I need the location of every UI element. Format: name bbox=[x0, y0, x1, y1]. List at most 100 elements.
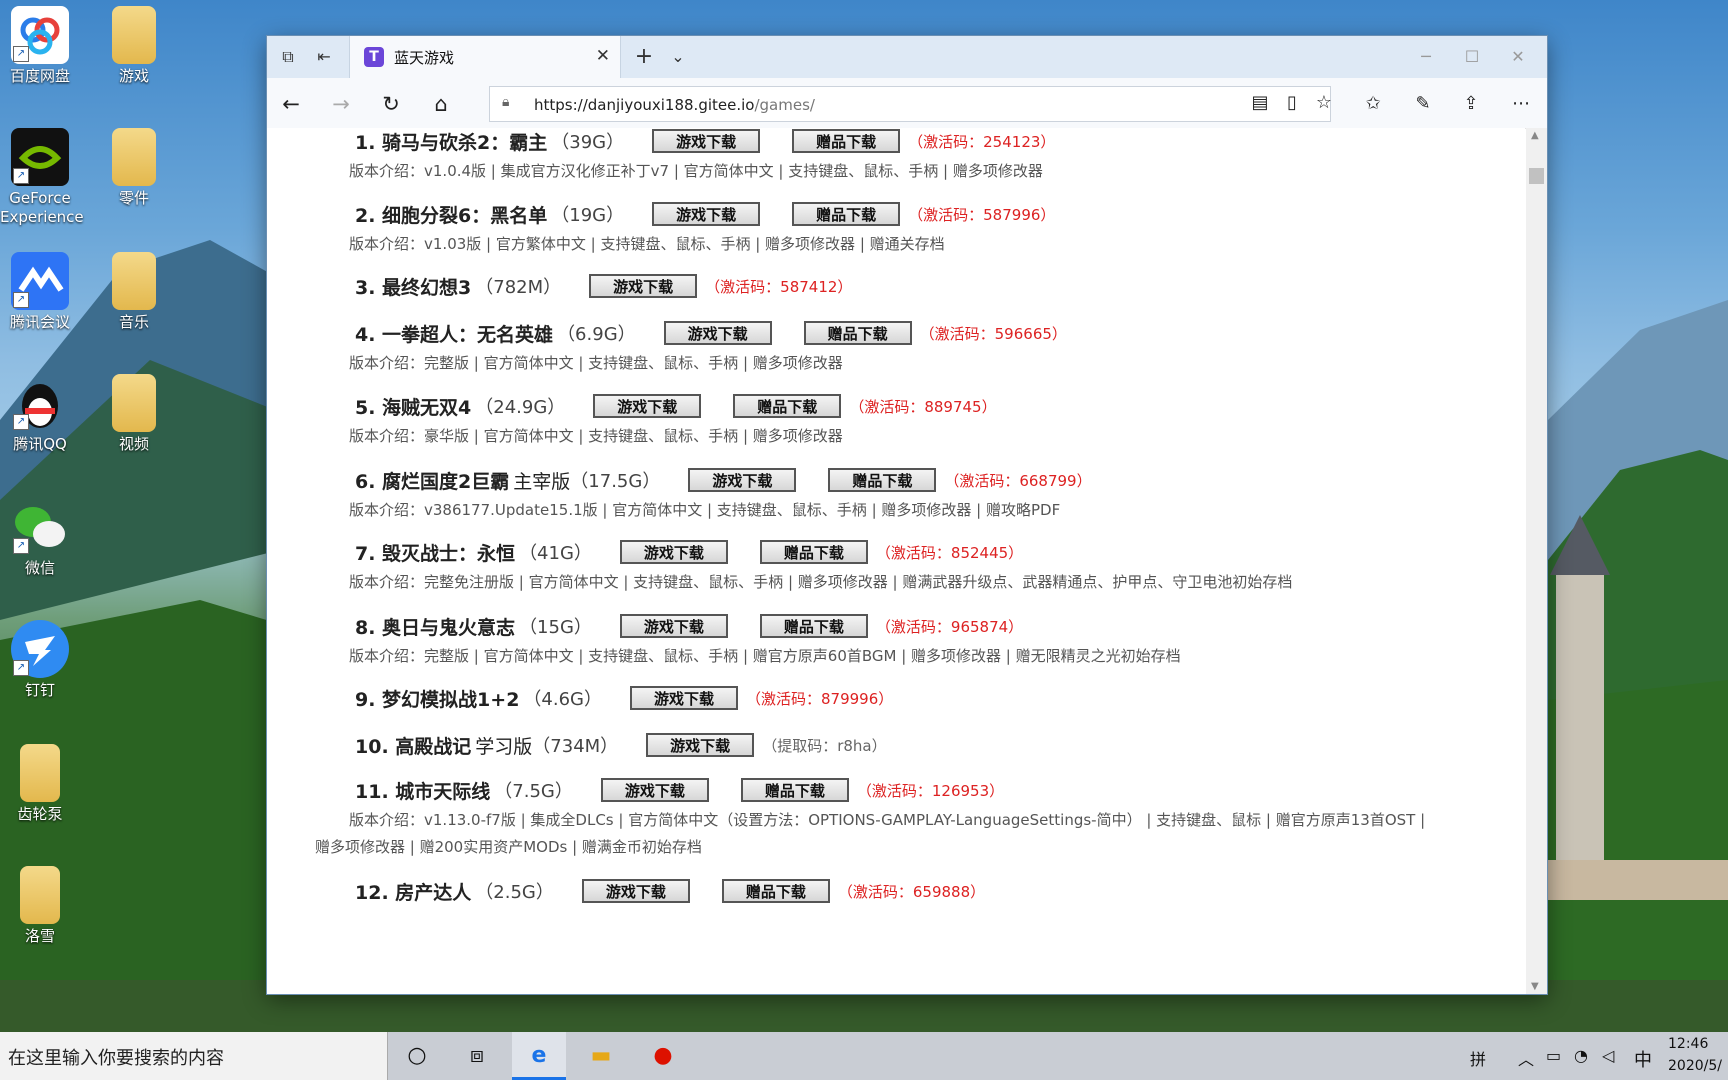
game-title-line: 7. 毁灭战士：永恒 （41G） 游戏下载 赠品下载 （激活码：852445） bbox=[355, 539, 1023, 565]
game-size: （4.6G） bbox=[523, 689, 602, 710]
gift-download-button[interactable]: 赠品下载 bbox=[721, 879, 830, 903]
game-download-button[interactable]: 游戏下载 bbox=[663, 321, 772, 345]
game-download-button[interactable]: 游戏下载 bbox=[593, 394, 702, 418]
share-icon[interactable]: ⇪ bbox=[1457, 90, 1485, 118]
game-size: （782M） bbox=[475, 277, 562, 298]
desktop-icon-baidu-netdisk[interactable]: ↗ 百度网盘 bbox=[0, 6, 80, 86]
back-arrow-icon[interactable]: ← bbox=[277, 90, 305, 118]
scroll-up-arrow-icon[interactable]: ▲ bbox=[1531, 130, 1539, 141]
game-download-button[interactable]: 游戏下载 bbox=[581, 879, 690, 903]
taskbar-search-box[interactable]: 在这里输入你要搜索的内容 bbox=[0, 1032, 388, 1080]
maximize-icon[interactable]: ☐ bbox=[1449, 42, 1495, 72]
activation-code: （激活码：596665） bbox=[919, 324, 1067, 343]
desktop-icon-gear-pump-folder[interactable]: 齿轮泵 bbox=[0, 744, 80, 824]
desktop-icon-qq[interactable]: ↗ 腾讯QQ bbox=[0, 374, 80, 454]
baidu-netdisk-icon: ↗ bbox=[11, 6, 69, 64]
favorites-icon[interactable]: ✩ bbox=[1359, 90, 1387, 118]
game-name: 8. 奥日与鬼火意志 bbox=[355, 616, 516, 639]
desktop-icon-tencent-meeting[interactable]: ↗ 腾讯会议 bbox=[0, 252, 80, 332]
home-icon[interactable]: ⌂ bbox=[427, 90, 455, 118]
title-bar: ⧉ ⇤ T 蓝天游戏 ✕ + ⌄ ─ ☐ ✕ bbox=[267, 36, 1547, 78]
ime-mode-indicator[interactable]: 拼 bbox=[1470, 1046, 1486, 1070]
volume-icon[interactable]: ◁ bbox=[1602, 1046, 1614, 1065]
game-size: （17.5G） bbox=[570, 471, 661, 492]
wifi-icon[interactable]: ◔ bbox=[1574, 1046, 1588, 1065]
game-name: 2. 细胞分裂6：黑名单 bbox=[355, 204, 548, 227]
gift-download-button[interactable]: 赠品下载 bbox=[792, 129, 901, 153]
game-download-button[interactable]: 游戏下载 bbox=[619, 540, 728, 564]
desktop-icon-label: 钉钉 bbox=[24, 681, 55, 699]
game-download-button[interactable]: 游戏下载 bbox=[600, 778, 709, 802]
game-description: 版本介绍：v386177.Update15.1版 | 官方简体中文 | 支持键盘… bbox=[349, 501, 1061, 519]
wechat-icon: ↗ bbox=[11, 498, 69, 556]
game-download-button[interactable]: 游戏下载 bbox=[630, 686, 738, 710]
game-edition: 学习版 bbox=[475, 735, 533, 758]
web-note-pen-icon[interactable]: ✎ bbox=[1409, 90, 1437, 118]
forward-arrow-icon[interactable]: → bbox=[327, 90, 355, 118]
address-bar[interactable]: 🔒︎ https://danjiyouxi188.gitee.io/games/… bbox=[489, 86, 1332, 122]
game-size: （734M） bbox=[532, 736, 619, 757]
vertical-scrollbar[interactable]: ▲ ▼ bbox=[1526, 128, 1547, 994]
close-window-icon[interactable]: ✕ bbox=[1495, 42, 1541, 72]
battery-icon[interactable]: ▭ bbox=[1546, 1046, 1561, 1065]
edge-browser-icon[interactable]: e bbox=[512, 1032, 566, 1080]
set-aside-tabs-icon[interactable]: ⇤ bbox=[311, 44, 337, 70]
game-title-line: 3. 最终幻想3 （782M） 游戏下载 （激活码：587412） bbox=[355, 273, 852, 299]
gift-download-button[interactable]: 赠品下载 bbox=[828, 468, 937, 492]
scroll-down-arrow-icon[interactable]: ▼ bbox=[1531, 981, 1539, 992]
game-download-button[interactable]: 游戏下载 bbox=[619, 614, 728, 638]
task-view-icon[interactable]: ⧈ bbox=[450, 1032, 504, 1080]
gift-download-button[interactable]: 赠品下载 bbox=[759, 614, 868, 638]
desktop-icon-luoxue-folder[interactable]: 洛雪 bbox=[0, 866, 80, 946]
input-language-indicator[interactable]: 中 bbox=[1634, 1046, 1652, 1072]
tencent-meeting-icon: ↗ bbox=[11, 252, 69, 310]
tab-preview-chevron-icon[interactable]: ⌄ bbox=[665, 44, 691, 70]
desktop-icon-music-folder[interactable]: 音乐 bbox=[94, 252, 174, 332]
new-tab-icon[interactable]: + bbox=[631, 44, 657, 70]
game-download-button[interactable]: 游戏下载 bbox=[646, 733, 755, 757]
game-title-line: 12. 房产达人 （2.5G） 游戏下载 赠品下载 （激活码：659888） bbox=[355, 878, 985, 904]
tab-title: 蓝天游戏 bbox=[394, 49, 455, 67]
desktop-icon-wechat[interactable]: ↗ 微信 bbox=[0, 498, 80, 578]
clock-date[interactable]: 2020/5/ bbox=[1668, 1058, 1722, 1074]
game-title-line: 2. 细胞分裂6：黑名单 （19G） 游戏下载 赠品下载 （激活码：587996） bbox=[355, 201, 1055, 227]
folder-icon bbox=[20, 866, 60, 924]
desktop-icon-games-folder[interactable]: 游戏 bbox=[94, 6, 174, 86]
desktop-icon-video-folder[interactable]: 视频 bbox=[94, 374, 174, 454]
activation-code: （激活码：668799） bbox=[944, 471, 1092, 490]
tab-actions-icon[interactable]: ⧉ bbox=[275, 44, 301, 70]
add-to-reading-list-icon[interactable]: ▤ bbox=[1246, 89, 1274, 117]
reading-view-icon[interactable]: ▯ bbox=[1278, 89, 1306, 117]
file-explorer-icon[interactable]: ▬ bbox=[574, 1032, 628, 1080]
gift-download-button[interactable]: 赠品下载 bbox=[740, 778, 849, 802]
minimize-icon[interactable]: ─ bbox=[1403, 42, 1449, 72]
desktop-icon-parts-folder[interactable]: 零件 bbox=[94, 128, 174, 208]
gift-download-button[interactable]: 赠品下载 bbox=[792, 202, 901, 226]
close-tab-icon[interactable]: ✕ bbox=[596, 46, 610, 66]
dingtalk-icon: ↗ bbox=[11, 620, 69, 678]
folder-icon bbox=[112, 374, 156, 432]
game-download-button[interactable]: 游戏下载 bbox=[652, 202, 761, 226]
desktop-icon-dingtalk[interactable]: ↗ 钉钉 bbox=[0, 620, 80, 700]
folder-icon bbox=[112, 128, 156, 186]
gift-download-button[interactable]: 赠品下载 bbox=[733, 394, 842, 418]
game-edition: 主宰版 bbox=[513, 470, 571, 493]
game-download-button[interactable]: 游戏下载 bbox=[688, 468, 797, 492]
clock-time[interactable]: 12:46 bbox=[1668, 1036, 1708, 1052]
refresh-icon[interactable]: ↻ bbox=[377, 90, 405, 118]
show-hidden-icons-chevron-icon[interactable]: ︿ bbox=[1518, 1046, 1534, 1070]
gift-download-button[interactable]: 赠品下载 bbox=[759, 540, 868, 564]
game-download-button[interactable]: 游戏下载 bbox=[652, 129, 761, 153]
gift-download-button[interactable]: 赠品下载 bbox=[803, 321, 912, 345]
activation-code: （激活码：587996） bbox=[908, 205, 1056, 224]
tab-active[interactable]: T 蓝天游戏 ✕ bbox=[349, 36, 621, 78]
scrollbar-thumb[interactable] bbox=[1529, 168, 1544, 184]
desktop-icon-label: 零件 bbox=[118, 189, 149, 207]
game-description: 版本介绍：完整版 | 官方简体中文 | 支持键盘、鼠标、手柄 | 赠官方原声60… bbox=[349, 647, 1181, 665]
game-download-button[interactable]: 游戏下载 bbox=[589, 274, 698, 298]
cortana-circle-icon[interactable]: ○ bbox=[390, 1032, 444, 1080]
favorite-star-icon[interactable]: ☆ bbox=[1310, 89, 1338, 117]
desktop-icon-geforce[interactable]: ↗ GeForce Experience bbox=[0, 128, 84, 227]
recorder-icon[interactable]: ● bbox=[636, 1032, 690, 1080]
more-menu-icon[interactable]: ⋯ bbox=[1507, 90, 1535, 118]
